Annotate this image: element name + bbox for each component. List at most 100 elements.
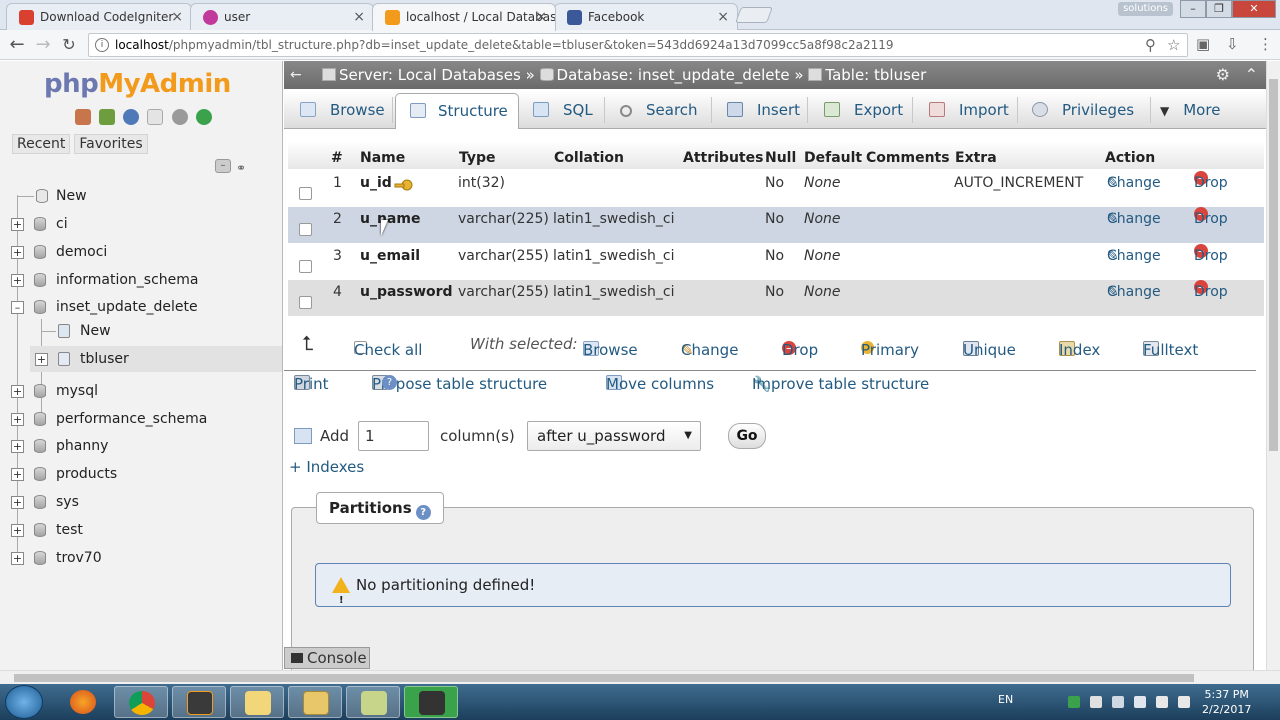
help-icon[interactable]: ? bbox=[382, 375, 397, 390]
tree-item-performance-schema[interactable]: + performance_schema bbox=[0, 406, 282, 432]
tree-item-information-schema[interactable]: + information_schema bbox=[0, 267, 282, 293]
menu-icon[interactable]: ⋮ bbox=[1258, 35, 1273, 53]
expand-icon[interactable]: + bbox=[11, 552, 24, 565]
forward-icon[interactable]: → bbox=[32, 34, 54, 56]
tray-sync-icon[interactable] bbox=[1112, 696, 1124, 708]
browser-tab-facebook[interactable]: Facebook × bbox=[554, 3, 738, 30]
taskbar-xampp[interactable] bbox=[404, 686, 458, 718]
tree-item-new-table[interactable]: New bbox=[0, 318, 282, 344]
expand-icon[interactable]: + bbox=[11, 274, 24, 287]
row-checkbox[interactable] bbox=[299, 260, 312, 273]
arrow-left-icon[interactable]: ← bbox=[290, 61, 302, 89]
horizontal-scrollbar[interactable] bbox=[0, 670, 1280, 684]
collapse-top-icon[interactable]: ⌃ bbox=[1245, 61, 1258, 89]
zoom-icon[interactable]: ⚲ bbox=[1145, 34, 1156, 56]
table-row[interactable]: 4 u_password varchar(255) latin1_swedish… bbox=[288, 280, 1264, 316]
tray-signal-icon[interactable] bbox=[1156, 696, 1168, 708]
tree-item-tbluser[interactable]: + tbluser bbox=[30, 346, 282, 372]
tree-item-trov70[interactable]: + trov70 bbox=[0, 545, 282, 571]
close-icon[interactable]: × bbox=[535, 4, 547, 30]
scrollbar-thumb[interactable] bbox=[14, 674, 1194, 682]
tab-search[interactable]: Search bbox=[620, 93, 698, 129]
breadcrumb-server[interactable]: Server: Local Databases bbox=[339, 66, 521, 84]
tree-item-democi[interactable]: + democi bbox=[0, 239, 282, 265]
vertical-scrollbar[interactable] bbox=[1266, 61, 1280, 670]
indexes-toggle[interactable]: + Indexes bbox=[289, 458, 364, 476]
taskbar-notes[interactable] bbox=[346, 686, 400, 718]
close-window-button[interactable]: ✕ bbox=[1232, 0, 1276, 18]
row-checkbox[interactable] bbox=[299, 187, 312, 200]
tab-insert[interactable]: Insert bbox=[727, 93, 800, 129]
tab-export[interactable]: Export bbox=[824, 93, 903, 129]
tab-browse[interactable]: Browse bbox=[300, 93, 385, 129]
table-row[interactable]: 3 u_email varchar(255) latin1_swedish_ci… bbox=[288, 244, 1264, 280]
collapse-all-icon[interactable]: – bbox=[215, 159, 231, 173]
row-checkbox[interactable] bbox=[299, 296, 312, 309]
taskbar-files[interactable] bbox=[230, 686, 284, 718]
breadcrumb-database[interactable]: Database: inset_update_delete bbox=[557, 66, 790, 84]
expand-icon[interactable]: + bbox=[11, 218, 24, 231]
tab-more[interactable]: ▼ More bbox=[1160, 93, 1220, 129]
home-icon[interactable] bbox=[75, 109, 91, 125]
expand-icon[interactable]: + bbox=[11, 413, 24, 426]
tree-item-phanny[interactable]: + phanny bbox=[0, 433, 282, 459]
column-position-select[interactable]: after u_password ▼ bbox=[527, 421, 701, 451]
breadcrumb-table[interactable]: Table: tbluser bbox=[825, 66, 926, 84]
tree-item-products[interactable]: + products bbox=[0, 461, 282, 487]
tree-item-ci[interactable]: + ci bbox=[0, 211, 282, 237]
extension-icon[interactable]: ▣ bbox=[1196, 35, 1210, 53]
close-icon[interactable]: × bbox=[171, 4, 183, 30]
scrollbar-thumb[interactable] bbox=[1269, 79, 1278, 451]
help-icon[interactable] bbox=[123, 109, 140, 125]
download-icon[interactable]: ⇩ bbox=[1226, 35, 1239, 53]
tab-privileges[interactable]: Privileges bbox=[1032, 93, 1134, 129]
taskbar-explorer[interactable] bbox=[288, 686, 342, 718]
tray-flag-icon[interactable] bbox=[1090, 696, 1102, 708]
reload-nav-icon[interactable] bbox=[195, 109, 212, 125]
bookmark-star-icon[interactable]: ☆ bbox=[1167, 34, 1180, 56]
expand-icon[interactable]: + bbox=[35, 353, 48, 366]
go-button[interactable]: Go bbox=[728, 423, 766, 449]
console-toggle[interactable]: Console bbox=[284, 647, 370, 669]
tab-import[interactable]: Import bbox=[929, 93, 1009, 129]
url-input[interactable]: i localhost/phpmyadmin/tbl_structure.php… bbox=[88, 33, 1188, 57]
browser-tab-codeigniter[interactable]: Download CodeIgniter × bbox=[6, 3, 192, 30]
minimize-button[interactable]: – bbox=[1180, 0, 1206, 18]
browser-tab-user[interactable]: user × bbox=[190, 3, 374, 30]
expand-icon[interactable]: + bbox=[11, 524, 24, 537]
tree-item-new[interactable]: New bbox=[0, 183, 282, 209]
browser-tab-phpmyadmin[interactable]: localhost / Local Databas × bbox=[372, 3, 556, 31]
close-icon[interactable]: × bbox=[717, 4, 729, 30]
row-checkbox[interactable] bbox=[299, 223, 312, 236]
favorites-tab[interactable]: Favorites bbox=[74, 134, 148, 154]
taskbar-chrome[interactable] bbox=[114, 686, 168, 718]
reload-icon[interactable]: ↻ bbox=[58, 34, 80, 56]
column-count-input[interactable]: 1 bbox=[358, 421, 429, 451]
back-icon[interactable]: ← bbox=[6, 34, 28, 56]
tab-structure[interactable]: Structure bbox=[395, 93, 519, 129]
expand-icon[interactable]: + bbox=[11, 440, 24, 453]
expand-icon[interactable]: + bbox=[11, 246, 24, 259]
close-icon[interactable]: × bbox=[353, 4, 365, 30]
tree-item-test[interactable]: + test bbox=[0, 517, 282, 543]
collapse-icon[interactable]: – bbox=[11, 301, 24, 314]
gear-icon[interactable]: ⚙ bbox=[1216, 61, 1230, 89]
table-row[interactable]: 2 u_name varchar(225) latin1_swedish_ci … bbox=[288, 207, 1264, 243]
docs-icon[interactable] bbox=[147, 109, 164, 125]
tree-item-inset-update-delete[interactable]: – inset_update_delete bbox=[0, 294, 282, 320]
link-with-main-icon[interactable]: ⚭ bbox=[236, 161, 246, 175]
settings-gear-icon[interactable] bbox=[171, 109, 188, 125]
info-icon[interactable]: i bbox=[95, 38, 109, 52]
language-indicator[interactable]: EN bbox=[998, 693, 1013, 706]
taskbar-firefox[interactable] bbox=[56, 686, 110, 718]
logout-icon[interactable] bbox=[99, 109, 116, 125]
help-icon[interactable]: ? bbox=[415, 505, 431, 520]
expand-icon[interactable]: + bbox=[11, 496, 24, 509]
tree-item-sys[interactable]: + sys bbox=[0, 489, 282, 515]
tray-shield-icon[interactable] bbox=[1068, 696, 1080, 708]
maximize-button[interactable]: ❐ bbox=[1206, 0, 1232, 18]
tray-network-icon[interactable] bbox=[1134, 696, 1146, 708]
table-row[interactable]: 1 u_id int(32) No None AUTO_INCREMENT ✎ … bbox=[288, 171, 1264, 207]
phpmyadmin-logo[interactable]: phpMyAdmin bbox=[44, 69, 231, 99]
clock[interactable]: 5:37 PM 2/2/2017 bbox=[1202, 687, 1251, 717]
